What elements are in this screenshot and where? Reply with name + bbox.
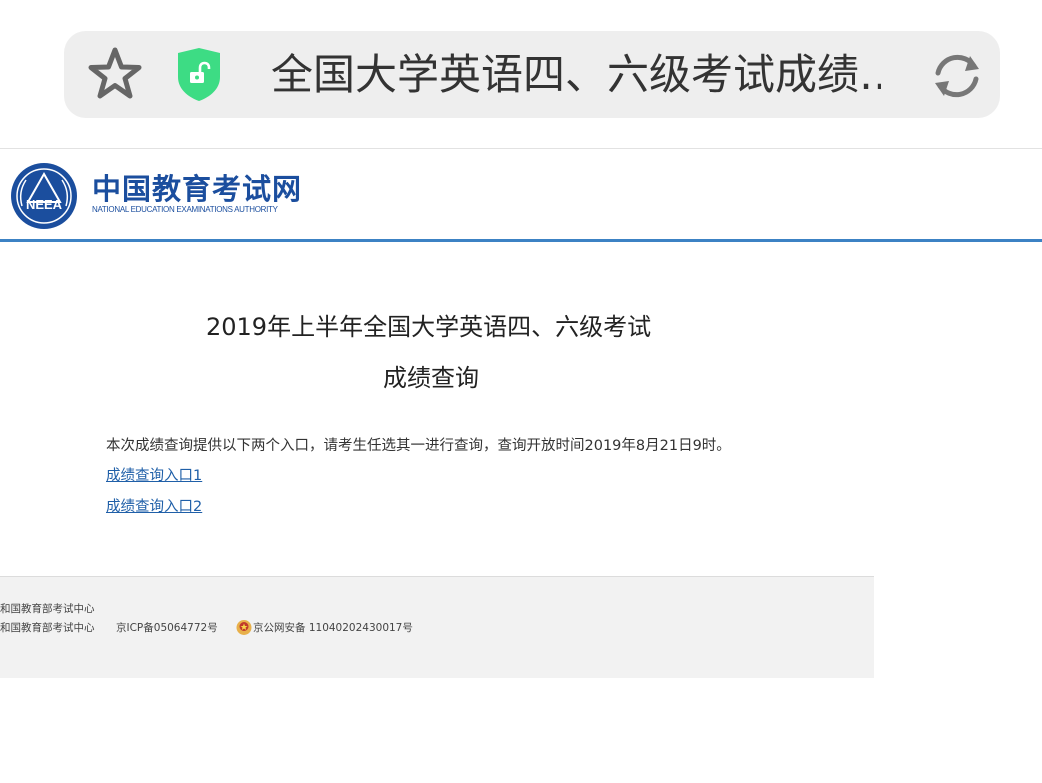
footer-org-line1: 和国教育部考试中心 — [0, 603, 95, 615]
police-badge-icon — [236, 620, 252, 635]
neea-logo[interactable]: NEEA — [10, 162, 78, 230]
site-name[interactable]: 中国教育考试网 — [92, 172, 302, 206]
star-icon[interactable] — [87, 47, 143, 101]
footer-org-line2: 和国教育部考试中心 — [0, 622, 95, 634]
query-notice: 本次成绩查询提供以下两个入口，请考生任选其一进行查询，查询开放时间2019年8月… — [106, 438, 731, 454]
police-record-link[interactable]: 京公网安备 11040202430017号 — [253, 621, 413, 635]
page-title-line2: 成绩查询 — [383, 364, 479, 392]
entry-link-2[interactable]: 成绩查询入口2 — [106, 497, 202, 517]
icp-link[interactable]: 京ICP备05064772号 — [116, 621, 218, 635]
page-title-line1: 2019年上半年全国大学英语四、六级考试 — [206, 313, 652, 341]
site-name-en: NATIONAL EDUCATION EXAMINATIONS AUTHORIT… — [92, 205, 278, 214]
refresh-icon[interactable] — [930, 49, 984, 103]
logo-text: NEEA — [26, 197, 63, 212]
entry-link-1[interactable]: 成绩查询入口1 — [106, 466, 202, 486]
header-divider — [0, 239, 1042, 242]
lock-open-shield-icon[interactable] — [176, 47, 222, 102]
address-title[interactable]: 全国大学英语四、六级考试成绩… — [271, 48, 881, 102]
